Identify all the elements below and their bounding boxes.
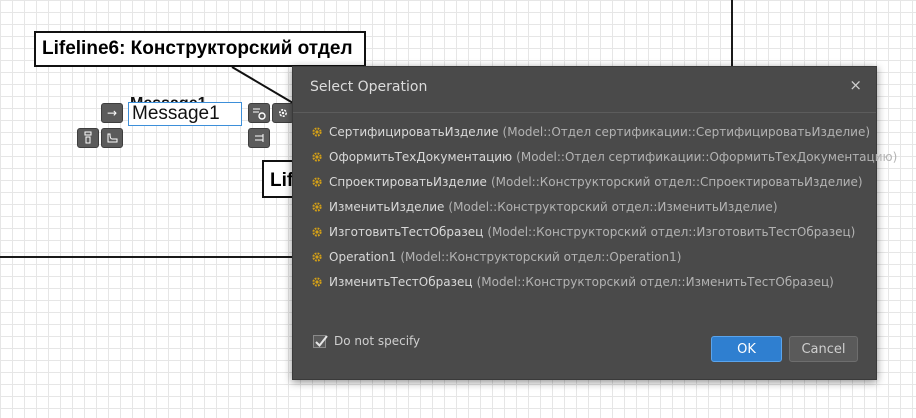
operation-qualified-name: (Model::Конструкторский отдел::Спроектир…	[490, 174, 863, 189]
operation-gear-icon	[312, 151, 322, 162]
operation-qualified-name: (Model::Отдел сертификации::ОформитьТехД…	[516, 149, 898, 164]
operation-gear-button[interactable]	[272, 103, 294, 123]
operation-gear-icon	[312, 226, 322, 237]
dialog-title-divider	[293, 112, 876, 113]
operation-qualified-name: (Model::Конструкторский отдел::ИзменитьИ…	[448, 199, 778, 214]
lifeline-top-text: Lifeline6: Конструкторский отдел	[42, 38, 353, 59]
checkmark-icon	[315, 334, 328, 347]
select-operation-dialog: Select Operation × СертифицироватьИздели…	[292, 66, 897, 380]
corner-tool-button[interactable]	[101, 128, 123, 148]
lifeline-top-label[interactable]: Lifeline6: Конструкторский отдел	[34, 31, 366, 67]
gear-icon	[278, 108, 288, 118]
operation-qualified-name: (Model::Отдел сертификации::Сертифициров…	[502, 124, 871, 139]
operation-qualified-name: (Model::Конструкторский отдел::Изготовит…	[487, 224, 856, 239]
ok-button[interactable]: OK	[711, 336, 782, 362]
arrow-right-button[interactable]: →	[101, 103, 123, 123]
arguments-button[interactable]	[248, 128, 270, 148]
operation-qualified-name: (Model::Конструкторский отдел::Operation…	[400, 249, 682, 264]
operation-name: ОформитьТехДокументацию	[329, 149, 513, 164]
lifeline-tool-icon	[84, 131, 92, 144]
operation-name: ИзменитьТестОбразец	[329, 274, 473, 289]
operation-name: ИзготовитьТестОбразец	[329, 224, 484, 239]
do-not-specify-checkbox[interactable]	[313, 334, 328, 348]
operation-gear-icon	[312, 201, 322, 212]
operation-list-item[interactable]: ИзменитьИзделие (Model::Конструкторский о…	[311, 194, 866, 219]
operation-name: СпроектироватьИзделие	[329, 174, 487, 189]
arguments-icon	[255, 134, 264, 142]
operation-name: Operation1	[329, 249, 397, 264]
dialog-title: Select Operation	[310, 79, 428, 95]
message-name-input[interactable]: Message1	[128, 102, 242, 126]
do-not-specify-label: Do not specify	[334, 334, 421, 348]
corner-tool-icon	[107, 133, 118, 143]
arrow-right-icon: →	[106, 106, 118, 120]
operation-list-item[interactable]: ИзготовитьТестОбразец (Model::Конструктор…	[311, 219, 866, 244]
operation-list-item[interactable]: ИзменитьТестОбразец (Model::Конструкторск…	[311, 269, 866, 294]
do-not-specify-option[interactable]: Do not specify	[313, 334, 420, 348]
operation-list-item[interactable]: ОформитьТехДокументацию (Model::Отдел сер…	[311, 144, 897, 169]
operation-gear-icon	[312, 251, 322, 262]
operation-select-button[interactable]	[248, 103, 270, 123]
operation-list-item[interactable]: СертифицироватьИзделие (Model::Отдел серт…	[311, 119, 870, 144]
lifeline-tool-button[interactable]	[77, 128, 99, 148]
operation-list-item[interactable]: СпроектироватьИзделие (Model::Конструктор…	[311, 169, 866, 194]
operation-name: ИзменитьИзделие	[329, 199, 445, 214]
operation-qualified-name: (Model::Конструкторский отдел::ИзменитьТ…	[476, 274, 834, 289]
operation-list: СертифицироватьИзделие (Model::Отдел серт…	[311, 119, 897, 294]
cancel-button[interactable]: Cancel	[789, 336, 858, 362]
operation-name: СертифицироватьИзделие	[329, 124, 499, 139]
operation-gear-icon	[312, 276, 322, 287]
close-icon[interactable]: ×	[849, 76, 862, 94]
operation-gear-icon	[312, 176, 322, 187]
operation-list-icon	[253, 108, 266, 120]
operation-gear-icon	[312, 126, 322, 137]
operation-list-item[interactable]: Operation1 (Model::Конструкторский отдел:…	[311, 244, 866, 269]
